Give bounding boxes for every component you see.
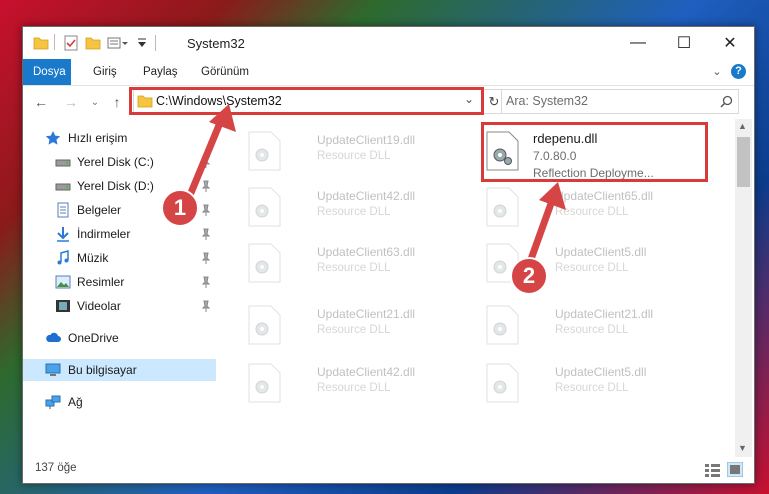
arrow-1 xyxy=(184,104,236,204)
step-2-badge: 2 xyxy=(510,257,548,295)
step-1-badge: 1 xyxy=(161,189,199,227)
arrow-2 xyxy=(526,182,566,266)
annotation-arrows xyxy=(184,104,566,266)
